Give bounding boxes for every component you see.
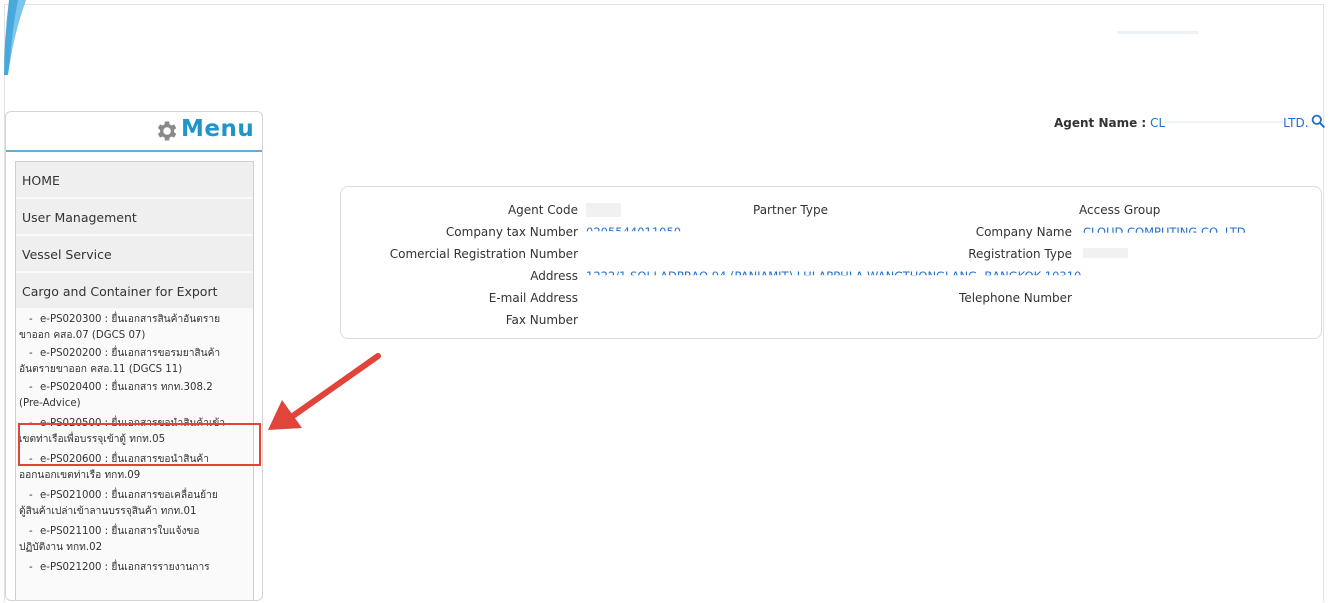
agent-name: Agent Name : CL LTD. (1054, 116, 1309, 130)
search-icon[interactable] (1311, 114, 1325, 128)
submenu-label: (Pre-Advice) (19, 398, 81, 409)
submenu-label: e-PS021200 : ยื่นเอกสารรายงานการ (40, 562, 210, 573)
submenu-label: อันตรายขาออก คสอ.11 (DGCS 11) (19, 364, 183, 375)
submenu-item-ps021100[interactable]: - e-PS021100 : ยื่นเอกสารใบแจ้งขอ ปฏิบัติ… (16, 524, 253, 556)
submenu-label: ออกนอกเขตท่าเรือ ทกท.09 (19, 470, 141, 481)
company-tax-value: 0205544011050 (586, 225, 682, 239)
list-dash: - (29, 562, 33, 573)
submenu-item-ps021200[interactable]: - e-PS021200 : ยื่นเอกสารรายงานการ (16, 560, 253, 576)
fax-label: Fax Number (505, 313, 578, 327)
submenu-label: e-PS021100 : ยื่นเอกสารใบแจ้งขอ (40, 526, 200, 537)
address-label: Address (530, 269, 578, 283)
list-dash: - (29, 314, 33, 325)
list-dash: - (29, 526, 33, 537)
company-name-label: Company Name (975, 225, 1072, 239)
list-dash: - (29, 490, 33, 501)
logo-swoosh (4, 0, 26, 75)
telephone-label: Telephone Number (959, 291, 1072, 305)
submenu-item-ps021000[interactable]: - e-PS021000 : ยื่นเอกสารขอเคลื่อนย้าย ตู… (16, 488, 253, 520)
menu-header: Menu (6, 112, 262, 152)
agent-name-value-start: CL (1150, 116, 1166, 130)
agent-info-card: Agent Code Partner Type Access Group Com… (340, 186, 1322, 339)
submenu-label: e-PS020300 : ยื่นเอกสารสินค้าอันตราย (40, 314, 221, 325)
menu-item-user-management[interactable]: User Management (16, 199, 253, 235)
address-value: 1222/1 SOI LADPRAO 94 (PANJAMIT) LHLAPPH… (586, 269, 1082, 283)
agent-code-value (586, 203, 621, 217)
submenu-label: e-PS020200 : ยื่นเอกสารขอรมยาสินค้า (40, 348, 221, 359)
list-dash: - (29, 382, 33, 393)
partner-type-label: Partner Type (753, 203, 828, 217)
menu-item-cargo-container-export[interactable]: Cargo and Container for Export (16, 273, 253, 309)
submenu-label: e-PS020400 : ยื่นเอกสาร ทกท.308.2 (40, 382, 213, 393)
list-dash: - (29, 348, 33, 359)
submenu-label: ตู้สินค้าเปล่าเข้าลานบรรจุสินค้า ทกท.01 (19, 506, 197, 517)
registration-type-label: Registration Type (968, 247, 1072, 261)
submenu-item-ps020400[interactable]: - e-PS020400 : ยื่นเอกสาร ทกท.308.2 (Pre-… (16, 380, 253, 412)
submenu-item-ps020300[interactable]: - e-PS020300 : ยื่นเอกสารสินค้าอันตราย ขา… (16, 312, 253, 344)
access-group-label: Access Group (1079, 203, 1161, 217)
menu-list: HOME User Management Vessel Service Carg… (15, 161, 254, 600)
commercial-registration-label: Comercial Registration Number (389, 247, 578, 261)
submenu-label: ปฏิบัติงาน ทกท.02 (19, 542, 103, 553)
header-decoration (1117, 31, 1199, 34)
menu-item-home[interactable]: HOME (16, 162, 253, 198)
highlight-box (18, 423, 261, 466)
agent-name-value-end: LTD. (1283, 116, 1309, 130)
email-label: E-mail Address (488, 291, 578, 305)
submenu-label: ขาออก คสอ.07 (DGCS 07) (19, 330, 146, 341)
redacted-mask (1165, 116, 1284, 128)
menu-item-vessel-service[interactable]: Vessel Service (16, 236, 253, 272)
gear-icon (157, 121, 177, 141)
agent-code-label: Agent Code (507, 203, 578, 217)
company-name-value: CLOUD COMPUTING CO.,LTD. (1083, 225, 1250, 239)
menu-title: Menu (181, 116, 255, 142)
submenu-item-ps020200[interactable]: - e-PS020200 : ยื่นเอกสารขอรมยาสินค้า อัน… (16, 346, 253, 378)
submenu-label: e-PS021000 : ยื่นเอกสารขอเคลื่อนย้าย (40, 490, 218, 501)
red-arrow-annotation (268, 353, 381, 430)
sidebar-menu: Menu HOME User Management Vessel Service… (5, 111, 263, 601)
company-tax-label: Company tax Number (445, 225, 578, 239)
registration-type-value (1083, 248, 1128, 258)
agent-name-label: Agent Name : (1054, 116, 1147, 130)
